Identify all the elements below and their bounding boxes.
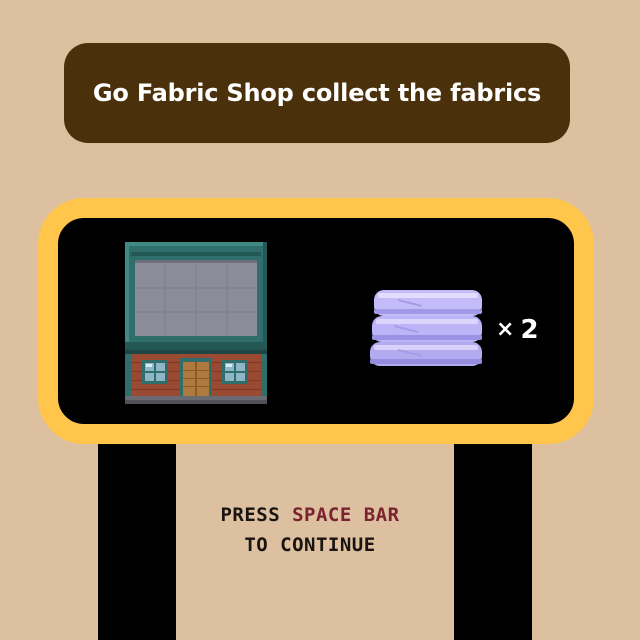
- quantity-value: 2: [520, 315, 539, 345]
- objective-banner: Go Fabric Shop collect the fabrics: [64, 43, 570, 143]
- continue-prompt: PRESS SPACE BAR TO CONTINUE: [150, 500, 470, 560]
- fabric-bolts-icon: [370, 290, 482, 366]
- prompt-press: PRESS: [220, 504, 281, 526]
- objective-text: Go Fabric Shop collect the fabrics: [92, 79, 542, 107]
- fabric-shop-building-icon: [125, 242, 267, 404]
- prompt-space-bar-key: SPACE BAR: [292, 504, 400, 526]
- reward-quantity: × 2: [496, 312, 539, 348]
- multiplier-sign: ×: [496, 317, 515, 342]
- prompt-line-2: TO CONTINUE: [244, 534, 376, 556]
- prompt-line-1: PRESS SPACE BAR: [150, 500, 470, 530]
